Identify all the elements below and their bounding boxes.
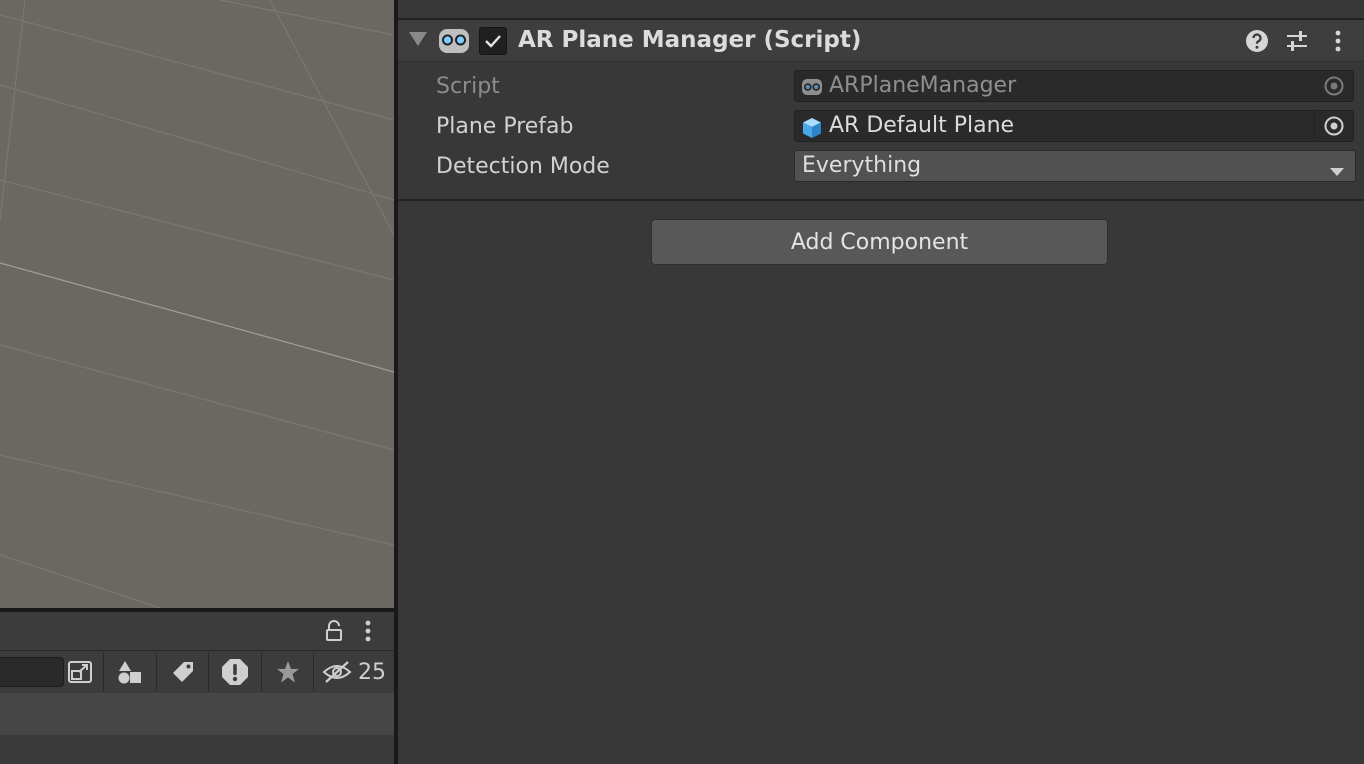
script-goggles-icon <box>801 77 823 101</box>
hidden-eye-icon[interactable]: 25 <box>313 653 394 691</box>
scene-search-icon[interactable] <box>62 653 98 691</box>
plane-prefab-label: Plane Prefab <box>436 114 574 139</box>
component-title: AR Plane Manager (Script) <box>518 27 862 53</box>
ar-script-goggles-icon <box>438 26 470 60</box>
search-input[interactable] <box>0 657 64 687</box>
object-picker-icon[interactable] <box>1314 111 1353 141</box>
script-label: Script <box>436 74 500 99</box>
project-toolbar: 25 <box>0 650 394 693</box>
lock-icon[interactable] <box>320 612 348 650</box>
detection-mode-dropdown[interactable]: Everything <box>794 150 1356 182</box>
add-component-button[interactable]: Add Component <box>651 219 1108 265</box>
help-icon[interactable] <box>1244 28 1270 54</box>
chevron-down-icon <box>1329 162 1345 181</box>
project-content-area[interactable] <box>0 735 394 764</box>
project-content-area[interactable] <box>0 693 394 735</box>
component-header[interactable]: AR Plane Manager (Script) <box>398 20 1364 62</box>
object-picker-icon <box>1315 71 1353 101</box>
prefab-cube-icon <box>801 117 823 143</box>
kebab-menu-icon[interactable] <box>356 612 380 650</box>
previous-component-end <box>398 0 1364 20</box>
component-enabled-checkbox[interactable] <box>479 27 507 55</box>
kebab-menu-icon[interactable] <box>1325 28 1351 54</box>
filter-by-label-icon[interactable] <box>156 653 209 691</box>
script-field: ARPlaneManager <box>794 70 1354 102</box>
scene-grid <box>0 0 394 608</box>
plane-prefab-value: AR Default Plane <box>829 113 1015 138</box>
preset-sliders-icon[interactable] <box>1284 28 1310 54</box>
project-panel-header <box>0 612 394 650</box>
filter-by-type-icon[interactable] <box>103 653 156 691</box>
detection-mode-value: Everything <box>802 153 922 178</box>
scene-view[interactable] <box>0 0 394 608</box>
detection-mode-label: Detection Mode <box>436 154 610 179</box>
inspector-panel: AR Plane Manager (Script) Script ARPlane… <box>398 0 1364 764</box>
warning-icon[interactable] <box>208 653 261 691</box>
favorite-star-icon[interactable] <box>261 653 314 691</box>
component-separator <box>398 199 1364 201</box>
foldout-arrow-icon[interactable] <box>408 31 428 51</box>
hidden-count-label: 25 <box>358 659 386 685</box>
script-value: ARPlaneManager <box>829 73 1017 98</box>
plane-prefab-field[interactable]: AR Default Plane <box>794 110 1354 142</box>
